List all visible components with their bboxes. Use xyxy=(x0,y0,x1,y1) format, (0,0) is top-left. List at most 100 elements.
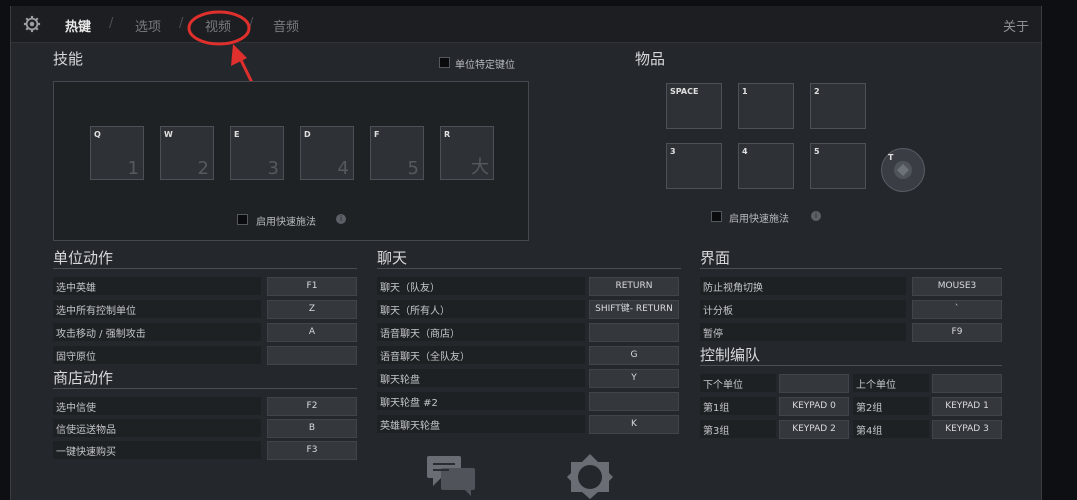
row-label: 第4组 xyxy=(856,426,883,437)
table-row: 聊天轮盘 #2 xyxy=(377,392,585,410)
key-number: 4 xyxy=(337,158,349,179)
hotkey-button[interactable]: F1 xyxy=(267,277,357,296)
chat-title: 聊天 xyxy=(377,249,408,267)
table-row: 攻击移动 / 强制攻击 xyxy=(53,323,261,341)
item-slot-1[interactable]: 1 xyxy=(738,83,794,129)
row-label: 聊天轮盘 #2 xyxy=(380,398,438,409)
table-row: 暂停 xyxy=(700,323,906,341)
table-row: 第4组 xyxy=(853,420,929,438)
key-letter: D xyxy=(304,130,311,139)
chat-wheel-icon[interactable] xyxy=(425,454,477,498)
table-row: 一键快速购买 xyxy=(53,441,261,459)
row-label: 第3组 xyxy=(703,426,730,437)
row-label: 固守原位 xyxy=(56,352,96,363)
row-label: 暂停 xyxy=(703,329,723,340)
item-slot-5[interactable]: 5 xyxy=(810,143,866,189)
hotkey-button[interactable]: KEYPAD 1 xyxy=(932,397,1002,416)
item-slot-4[interactable]: 4 xyxy=(738,143,794,189)
table-row: 选中英雄 xyxy=(53,277,261,295)
key-letter: W xyxy=(164,130,173,139)
items-title: 物品 xyxy=(635,50,666,68)
table-row: 计分板 xyxy=(700,300,906,318)
hotkey-button[interactable]: B xyxy=(267,419,357,438)
row-label: 攻击移动 / 强制攻击 xyxy=(56,329,146,340)
hotkey-button[interactable]: F3 xyxy=(267,441,357,460)
skill-key-d[interactable]: D4 xyxy=(300,126,354,180)
hotkey-button[interactable]: KEYPAD 2 xyxy=(779,420,849,439)
row-label: 选中信使 xyxy=(56,403,96,414)
skills-quickcast-label: 启用快速施法 xyxy=(256,217,316,228)
skills-panel: Q1 W2 E3 D4 F5 R大 启用快速施法 i xyxy=(53,81,529,241)
skill-key-w[interactable]: W2 xyxy=(160,126,214,180)
key-letter: 2 xyxy=(814,87,820,96)
table-row: 聊天轮盘 xyxy=(377,369,585,387)
row-label: 聊天（所有人） xyxy=(380,306,450,317)
info-icon[interactable]: i xyxy=(811,211,821,221)
info-icon[interactable]: i xyxy=(336,214,346,224)
hotkey-button[interactable]: KEYPAD 0 xyxy=(779,397,849,416)
key-letter: E xyxy=(234,130,240,139)
items-quickcast-label: 启用快速施法 xyxy=(729,214,789,225)
skills-title: 技能 xyxy=(53,50,84,68)
hotkey-button[interactable]: KEYPAD 3 xyxy=(932,420,1002,439)
hotkey-button[interactable]: G xyxy=(589,346,679,365)
key-number: 2 xyxy=(197,158,209,179)
row-label: 语音聊天（全队友） xyxy=(380,352,470,363)
items-quickcast-checkbox[interactable] xyxy=(711,211,722,222)
table-row: 下个单位 xyxy=(700,374,776,392)
hotkey-button[interactable] xyxy=(589,323,679,342)
hotkey-button[interactable] xyxy=(932,374,1002,393)
table-row: 聊天（队友） xyxy=(377,277,585,295)
key-letter: 1 xyxy=(742,87,748,96)
table-row: 聊天（所有人） xyxy=(377,300,585,318)
hotkey-button[interactable]: A xyxy=(267,323,357,342)
table-row: 第1组 xyxy=(700,397,776,415)
key-letter: SPACE xyxy=(670,87,699,96)
tab-about[interactable]: 关于 xyxy=(1003,16,1029,35)
item-slot-2[interactable]: 2 xyxy=(810,83,866,129)
row-label: 选中英雄 xyxy=(56,283,96,294)
hotkey-button[interactable]: K xyxy=(589,415,679,434)
gear-icon[interactable] xyxy=(23,15,41,33)
tp-scroll-slot[interactable]: T xyxy=(881,148,925,192)
row-label: 聊天轮盘 xyxy=(380,375,420,386)
row-label: 防止视角切换 xyxy=(703,283,763,294)
skill-key-r[interactable]: R大 xyxy=(440,126,494,180)
unit-specific-label: 单位特定键位 xyxy=(455,60,515,71)
skill-key-q[interactable]: Q1 xyxy=(90,126,144,180)
item-slot-space[interactable]: SPACE xyxy=(666,83,722,129)
item-slot-3[interactable]: 3 xyxy=(666,143,722,189)
hotkey-button[interactable] xyxy=(779,374,849,393)
table-row: 语音聊天（全队友） xyxy=(377,346,585,364)
hotkey-button[interactable]: F9 xyxy=(912,323,1002,342)
hotkey-button[interactable]: F2 xyxy=(267,397,357,416)
row-label: 语音聊天（商店） xyxy=(380,329,460,340)
table-row: 信使运送物品 xyxy=(53,419,261,437)
hotkey-button[interactable]: Y xyxy=(589,369,679,388)
unit-actions-title: 单位动作 xyxy=(53,249,114,267)
skills-quickcast-checkbox[interactable] xyxy=(237,214,248,225)
skill-key-f[interactable]: F5 xyxy=(370,126,424,180)
hotkey-button[interactable]: Z xyxy=(267,300,357,319)
unit-specific-checkbox[interactable] xyxy=(439,57,450,68)
hotkey-button[interactable] xyxy=(267,346,357,365)
row-label: 聊天（队友） xyxy=(380,283,440,294)
skill-key-e[interactable]: E3 xyxy=(230,126,284,180)
tab-options[interactable]: 选项 xyxy=(135,16,161,35)
hotkey-button[interactable]: ` xyxy=(912,300,1002,319)
divider xyxy=(53,388,357,389)
hotkey-button[interactable]: RETURN xyxy=(589,277,679,296)
shop-actions-title: 商店动作 xyxy=(53,369,114,387)
hotkey-button[interactable]: SHIFT键- RETURN xyxy=(589,300,679,319)
row-label: 英雄聊天轮盘 xyxy=(380,421,440,432)
top-tab-bar: 热键 / 选项 / 视频 / 音频 关于 xyxy=(11,6,1041,43)
key-number: 1 xyxy=(127,158,139,179)
key-letter: R xyxy=(444,130,451,139)
row-label: 第2组 xyxy=(856,403,883,414)
key-number: 3 xyxy=(267,158,279,179)
row-label: 选中所有控制单位 xyxy=(56,306,136,317)
hotkey-button[interactable]: MOUSE3 xyxy=(912,277,1002,296)
hotkey-button[interactable] xyxy=(589,392,679,411)
settings-wheel-icon[interactable] xyxy=(565,452,615,500)
tab-hotkeys[interactable]: 热键 xyxy=(65,16,91,35)
